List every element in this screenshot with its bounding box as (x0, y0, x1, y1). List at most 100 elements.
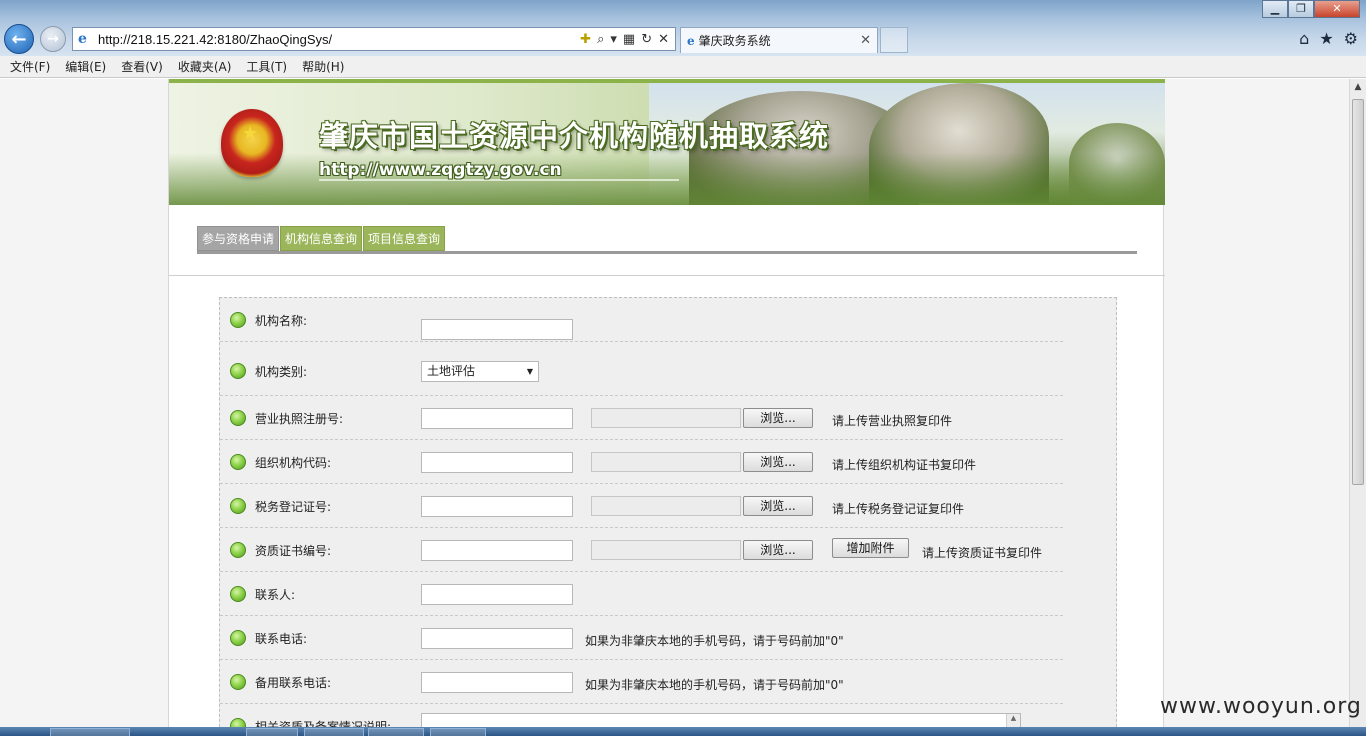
menu-file[interactable]: 文件(F) (10, 58, 50, 75)
compat-view-icon[interactable]: ▦ (623, 32, 635, 47)
search-icon[interactable]: ⌕ (597, 32, 604, 47)
menu-tools[interactable]: 工具(T) (246, 58, 287, 75)
form-row-license: 营业执照注册号: 浏览... 请上传营业执照复印件 (220, 396, 1063, 440)
window-controls: ▁ ❐ ✕ (1262, 0, 1360, 18)
field-label: 税务登记证号: (255, 500, 332, 514)
close-button[interactable]: ✕ (1314, 0, 1360, 18)
field-label: 联系电话: (255, 632, 308, 646)
page-container: ★ 肇庆市国土资源中介机构随机抽取系统 http://www.zqgtzy.go… (168, 79, 1165, 727)
tab-project-query[interactable]: 项目信息查询 (363, 226, 446, 251)
bullet-icon (230, 498, 246, 514)
bullet-icon (230, 363, 246, 379)
form-row-tax: 税务登记证号: 浏览... 请上传税务登记证复印件 (220, 484, 1063, 528)
tab-org-query[interactable]: 机构信息查询 (280, 226, 363, 251)
tab-close-icon[interactable]: ✕ (860, 33, 871, 48)
restore-button[interactable]: ❐ (1288, 0, 1314, 18)
taskbar (0, 727, 1366, 736)
address-bar[interactable]: e http://218.15.221.42:8180/ZhaoQingSys/… (72, 27, 676, 51)
add-attachment-button[interactable]: 增加附件 (832, 538, 909, 558)
bullet-icon (230, 586, 246, 602)
application-form: 机构名称: 机构类别: 土地评估 ▼ 营业执照注册号: 浏览... 请上传营业执… (219, 297, 1117, 727)
taskbar-item[interactable] (246, 728, 298, 736)
license-input[interactable] (421, 408, 573, 429)
watermark: www.wooyun.org (1160, 694, 1362, 719)
phone-input[interactable] (421, 628, 573, 649)
page-scrollbar[interactable]: ▲ (1349, 79, 1366, 727)
bullet-icon (230, 454, 246, 470)
menu-favorites[interactable]: 收藏夹(A) (178, 58, 232, 75)
menu-help[interactable]: 帮助(H) (302, 58, 344, 75)
form-row-org-type: 机构类别: 土地评估 ▼ (220, 352, 1063, 396)
license-browse-button[interactable]: 浏览... (743, 408, 813, 428)
scroll-up-icon[interactable]: ▲ (1350, 79, 1366, 96)
bullet-icon (230, 410, 246, 426)
cert-file-path[interactable] (591, 540, 741, 560)
org-code-browse-button[interactable]: 浏览... (743, 452, 813, 472)
dropdown-icon[interactable]: ▾ (610, 32, 617, 47)
form-row-cert: 资质证书编号: 浏览... 增加附件 请上传资质证书复印件 (220, 528, 1063, 572)
browser-right-icons: ⌂ ★ ⚙ (1299, 29, 1358, 48)
emblem-star-icon: ★ (242, 123, 259, 144)
page-viewport: ★ 肇庆市国土资源中介机构随机抽取系统 http://www.zqgtzy.go… (0, 79, 1349, 727)
org-code-file-path[interactable] (591, 452, 741, 472)
menu-edit[interactable]: 编辑(E) (65, 58, 106, 75)
stop-icon[interactable]: ✕ (658, 32, 669, 47)
back-arrow-icon: ← (11, 28, 27, 50)
backup-phone-input[interactable] (421, 672, 573, 693)
star-icon[interactable]: ★ (1319, 29, 1333, 48)
form-row-backup-phone: 备用联系电话: 如果为非肇庆本地的手机号码，请于号码前加"0" (220, 660, 1063, 704)
refresh-icon[interactable]: ↻ (641, 32, 652, 47)
address-tools: ✚ ⌕ ▾ ▦ ↻ ✕ (580, 32, 675, 47)
description-textarea[interactable]: ▲ (421, 713, 1021, 727)
menu-view[interactable]: 查看(V) (121, 58, 163, 75)
taskbar-item[interactable] (50, 728, 130, 736)
compat-icon[interactable]: ✚ (580, 32, 591, 47)
textarea-scrollbar[interactable]: ▲ (1006, 714, 1020, 727)
org-type-select[interactable]: 土地评估 ▼ (421, 361, 539, 382)
back-button[interactable]: ← (4, 24, 34, 54)
gear-icon[interactable]: ⚙ (1344, 29, 1358, 48)
national-emblem-icon: ★ (221, 109, 283, 177)
scrollbar-thumb[interactable] (1352, 99, 1364, 485)
taskbar-item[interactable] (430, 728, 486, 736)
tab-apply[interactable]: 参与资格申请 (197, 226, 280, 251)
address-url[interactable]: http://218.15.221.42:8180/ZhaoQingSys/ (98, 32, 580, 47)
bullet-icon (230, 674, 246, 690)
cert-browse-button[interactable]: 浏览... (743, 540, 813, 560)
license-hint: 请上传营业执照复印件 (832, 414, 953, 428)
minimize-button[interactable]: ▁ (1262, 0, 1288, 18)
nav-tabs: 参与资格申请 机构信息查询 项目信息查询 (197, 226, 446, 251)
org-type-value: 土地评估 (427, 364, 476, 378)
chevron-down-icon: ▼ (526, 367, 533, 376)
cert-input[interactable] (421, 540, 573, 561)
forward-arrow-icon: → (47, 31, 59, 47)
contact-input[interactable] (421, 584, 573, 605)
license-file-path[interactable] (591, 408, 741, 428)
field-label: 组织机构代码: (255, 456, 332, 470)
backup-phone-hint: 如果为非肇庆本地的手机号码，请于号码前加"0" (585, 678, 844, 692)
tab-ie-icon: e (687, 33, 695, 48)
tax-input[interactable] (421, 496, 573, 517)
site-url: http://www.zqgtzy.gov.cn (319, 160, 562, 180)
field-label: 营业执照注册号: (255, 412, 344, 426)
tab-title: 肇庆政务系统 (698, 34, 771, 48)
org-code-input[interactable] (421, 452, 573, 473)
taskbar-item[interactable] (368, 728, 424, 736)
org-name-input[interactable] (421, 319, 573, 340)
section-divider (169, 275, 1165, 276)
tax-hint: 请上传税务登记证复印件 (832, 502, 965, 516)
new-tab-button[interactable] (880, 27, 908, 53)
forward-button[interactable]: → (40, 26, 66, 52)
ie-page-icon: e (78, 31, 87, 47)
field-label: 机构类别: (255, 365, 308, 379)
field-label: 备用联系电话: (255, 676, 332, 690)
taskbar-item[interactable] (304, 728, 364, 736)
home-icon[interactable]: ⌂ (1299, 29, 1309, 48)
site-title: 肇庆市国土资源中介机构随机抽取系统 (319, 119, 830, 153)
tax-file-path[interactable] (591, 496, 741, 516)
site-banner: ★ 肇庆市国土资源中介机构随机抽取系统 http://www.zqgtzy.go… (169, 83, 1165, 205)
tax-browse-button[interactable]: 浏览... (743, 496, 813, 516)
browser-tab[interactable]: e 肇庆政务系统 ✕ (680, 27, 878, 53)
bullet-icon (230, 718, 246, 727)
org-code-hint: 请上传组织机构证书复印件 (832, 458, 977, 472)
